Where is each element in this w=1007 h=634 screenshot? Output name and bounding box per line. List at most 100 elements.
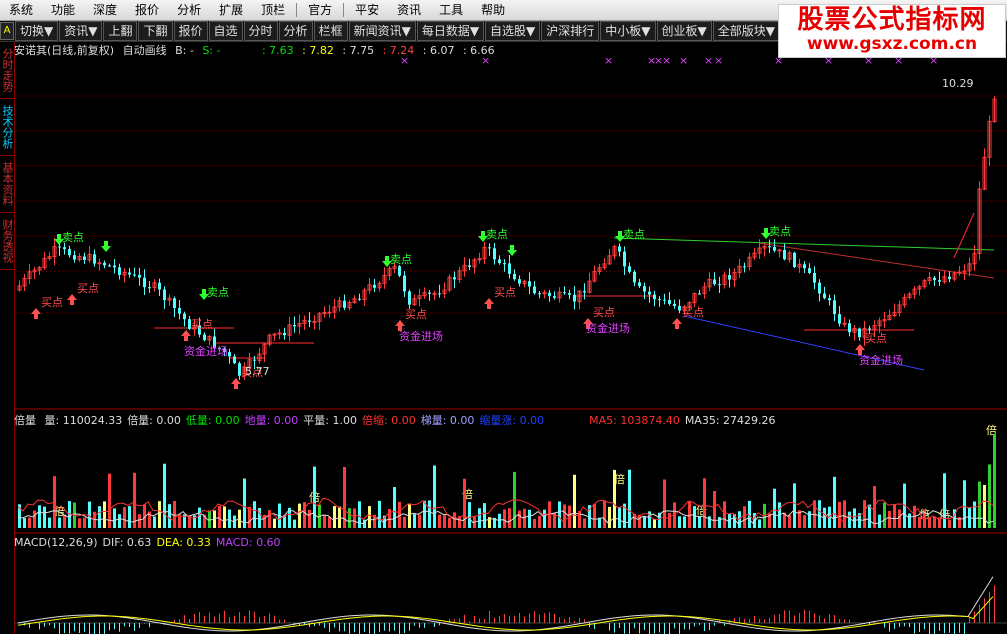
toolbar-button-14[interactable]: 创业板▼: [656, 21, 712, 41]
menu-item-11[interactable]: 帮助: [472, 0, 514, 20]
menu-item-3[interactable]: 报价: [126, 0, 168, 20]
volume-bar: [793, 483, 796, 528]
volume-bar: [543, 509, 546, 528]
candle-body: [408, 291, 411, 305]
menu-item-6[interactable]: 顶栏: [252, 0, 294, 20]
volume-bar: [413, 514, 416, 528]
candle-body: [833, 300, 836, 315]
sidebar-tab-2[interactable]: 基本资料: [0, 156, 14, 213]
candle-body: [628, 266, 631, 272]
menu-item-7[interactable]: 官方: [299, 0, 341, 20]
cross-marker: ×: [929, 58, 938, 67]
volume-bar: [353, 508, 356, 528]
candle-body: [108, 265, 111, 267]
volume-bar: [428, 500, 431, 528]
volume-bar: [248, 506, 251, 528]
volume-legend-item-1: 倍量: 0.00: [127, 414, 181, 427]
volume-bar: [123, 507, 126, 528]
candle-body: [508, 263, 511, 274]
volume-bar: [78, 518, 81, 528]
sidebar-tab-0[interactable]: 分时走势: [0, 42, 14, 99]
sell-signal-label: 卖点: [62, 231, 84, 244]
indicator-value-5: : 6.07: [422, 44, 455, 57]
toolbar-button-5[interactable]: 自选: [208, 21, 243, 41]
volume-bar: [718, 517, 721, 528]
toolbar-button-8[interactable]: 栏框: [313, 21, 348, 41]
volume-bar: [223, 506, 226, 528]
menu-item-9[interactable]: 资讯: [388, 0, 430, 20]
volume-panel: [17, 434, 996, 528]
menu-item-2[interactable]: 深度: [84, 0, 126, 20]
volume-bar: [58, 517, 61, 528]
volume-bar: [138, 514, 141, 528]
candle-body: [643, 286, 646, 292]
toolbar-button-12[interactable]: 沪深排行: [541, 21, 600, 41]
indicator-value-2: : 7.82: [302, 44, 334, 57]
candle-body: [773, 247, 776, 251]
candle-body: [868, 328, 871, 330]
menu-item-10[interactable]: 工具: [430, 0, 472, 20]
volume-bar: [158, 501, 161, 528]
volume-bar: [973, 501, 976, 528]
candle-body: [203, 334, 206, 341]
menu-item-5[interactable]: 扩展: [210, 0, 252, 20]
volume-bar: [128, 506, 131, 528]
volume-bar: [833, 476, 836, 528]
volume-legend-item-6: 梯量: 0.00: [420, 414, 475, 427]
candle-body: [623, 251, 626, 267]
toolbar-button-0[interactable]: 切换▼: [15, 21, 59, 41]
menu-item-4[interactable]: 分析: [168, 0, 210, 20]
volume-bar: [888, 511, 891, 528]
buy-signal-label: 买点: [191, 318, 213, 331]
menu-item-8[interactable]: 平安: [346, 0, 388, 20]
candle-body: [493, 248, 496, 260]
cross-marker: ×: [824, 58, 833, 67]
toolbar-button-13[interactable]: 中小板▼: [600, 21, 656, 41]
cross-marker: ×: [662, 58, 671, 67]
sell-signal-label: 卖点: [390, 253, 412, 266]
toolbar-button-2[interactable]: 上翻: [103, 21, 138, 41]
volume-bar: [358, 501, 361, 528]
toolbar-button-1[interactable]: 资讯▼: [59, 21, 103, 41]
candle-body: [718, 284, 721, 286]
candle-body: [327, 311, 332, 314]
cross-marker: ×: [704, 58, 713, 67]
toolbar-indicator[interactable]: A: [0, 22, 14, 40]
volume-legend-item-4: 平量: 1.00: [303, 414, 357, 427]
toolbar-button-9[interactable]: 新闻资讯▼: [348, 21, 416, 41]
volume-bar: [113, 508, 116, 528]
buy-arrow-icon: [672, 318, 682, 329]
volume-bar: [928, 517, 931, 528]
toolbar-button-3[interactable]: 下翻: [138, 21, 173, 41]
candle-body: [83, 256, 86, 260]
cross-marker: ×: [400, 58, 409, 67]
menu-item-0[interactable]: 系统: [0, 0, 42, 20]
volume-bar: [173, 500, 176, 528]
stock-title: 安诺其(日线,前复权): [14, 44, 115, 57]
toolbar-button-11[interactable]: 自选股▼: [485, 21, 541, 41]
volume-bar: [683, 516, 686, 528]
volume-bar: [48, 517, 51, 528]
sell-signal-label: 卖点: [207, 286, 229, 299]
toolbar-button-4[interactable]: 报价: [173, 21, 208, 41]
sidebar-tab-1[interactable]: 技术分析: [0, 99, 14, 156]
volume-bar: [328, 516, 331, 528]
sidebar-tab-3[interactable]: 财务透视: [0, 213, 14, 270]
volume-bar: [268, 510, 271, 528]
volume-bar: [618, 507, 621, 528]
toolbar-button-10[interactable]: 每日数据▼: [416, 21, 485, 41]
toolbar-button-6[interactable]: 分时: [243, 21, 278, 41]
candle-body: [638, 282, 641, 287]
volume-bar: [563, 504, 566, 528]
toolbar-button-15[interactable]: 全部版块▼: [712, 21, 780, 41]
toolbar-button-7[interactable]: 分析: [278, 21, 313, 41]
volume-bar: [573, 474, 576, 528]
candle-body: [777, 249, 782, 252]
volume-bar: [583, 518, 586, 528]
volume-bar: [838, 501, 841, 528]
menu-item-1[interactable]: 功能: [42, 0, 84, 20]
volume-bar: [313, 466, 316, 528]
cross-marker: ×: [604, 58, 613, 67]
volume-bar: [63, 514, 66, 528]
candle-body: [432, 292, 437, 295]
